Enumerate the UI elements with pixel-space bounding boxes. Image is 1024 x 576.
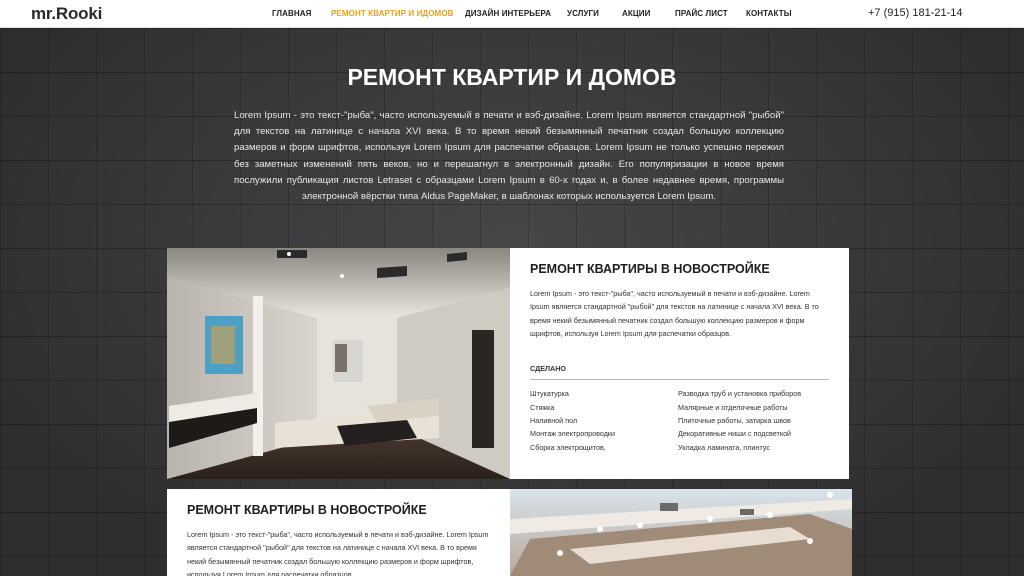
card-2-photo bbox=[510, 489, 852, 576]
nav-item-interior-design[interactable]: ДИЗАЙН ИНТЕРЬЕРА bbox=[465, 9, 551, 18]
card-1-content: РЕМОНТ КВАРТИРЫ В НОВОСТРОЙКЕ Lorem Ipsu… bbox=[510, 248, 849, 479]
intro-text: Lorem Ipsum - это текст-"рыба", часто ис… bbox=[234, 110, 784, 203]
done-item: Сборка электрощитов, bbox=[530, 442, 606, 452]
card-2-title: РЕМОНТ КВАРТИРЫ В НОВОСТРОЙКЕ bbox=[187, 503, 427, 517]
page-title: РЕМОНТ КВАРТИР И ДОМОВ bbox=[347, 64, 677, 90]
done-item: Монтаж электропроводки bbox=[530, 429, 616, 439]
card-1-description: Lorem Ipsum - это текст-"рыба", часто ис… bbox=[530, 289, 819, 338]
done-item: Стяжка bbox=[530, 402, 555, 412]
site-header: mr.Rooki ГЛАВНАЯ РЕМОНТ КВАРТИР И ИДОМОВ… bbox=[0, 0, 1024, 28]
card-1-title: РЕМОНТ КВАРТИРЫ В НОВОСТРОЙКЕ bbox=[530, 262, 770, 276]
nav-item-price-list[interactable]: ПРАЙС ЛИСТ bbox=[675, 9, 728, 18]
phone-number[interactable]: +7 (915) 181-21-14 bbox=[868, 7, 962, 19]
logo-main: Rooki bbox=[55, 4, 103, 23]
done-item: Разводка труб и установка приборов bbox=[678, 389, 802, 399]
done-label: СДЕЛАНО bbox=[530, 364, 829, 381]
done-item: Укладка ламината, плинтус bbox=[678, 442, 770, 452]
nav-item-renovation[interactable]: РЕМОНТ КВАРТИР И ИДОМОВ bbox=[331, 9, 454, 18]
nav-item-services[interactable]: УСЛУГИ bbox=[567, 9, 599, 18]
done-item: Малярные и отделочные работы bbox=[678, 402, 788, 412]
nav-item-promotions[interactable]: АКЦИИ bbox=[622, 9, 651, 18]
done-item: Декоративные ниши с подсветкой bbox=[678, 429, 792, 439]
done-item: Плиточные работы, затирка швов bbox=[678, 416, 791, 425]
done-list: Штукатурка Разводка труб и установка при… bbox=[530, 387, 829, 454]
nav-item-home[interactable]: ГЛАВНАЯ bbox=[272, 9, 312, 18]
card-2-content: РЕМОНТ КВАРТИРЫ В НОВОСТРОЙКЕ Lorem Ipsu… bbox=[167, 489, 510, 576]
nav-item-contacts[interactable]: КОНТАКТЫ bbox=[746, 9, 792, 18]
card-1-photo bbox=[167, 248, 510, 479]
logo-prefix: mr. bbox=[31, 4, 56, 23]
done-item: Штукатурка bbox=[530, 389, 569, 399]
card-2-description: Lorem Ipsum - это текст-"рыба", часто ис… bbox=[187, 530, 489, 576]
done-item: Наливной пол bbox=[530, 416, 578, 425]
logo[interactable]: mr.Rooki bbox=[31, 4, 102, 24]
